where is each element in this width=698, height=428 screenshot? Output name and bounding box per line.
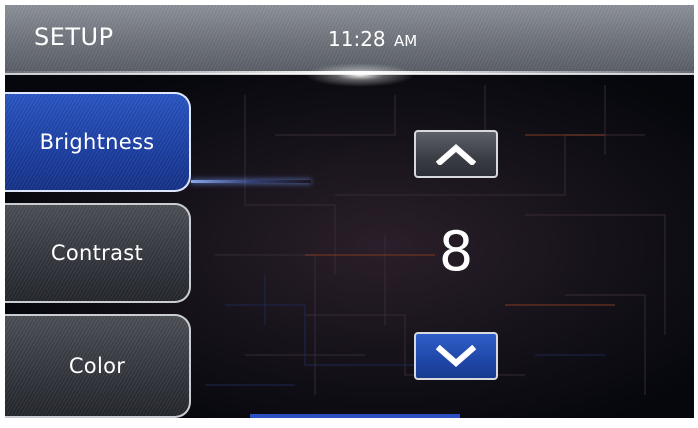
chevron-down-icon xyxy=(436,345,476,367)
brightness-button[interactable]: Brightness xyxy=(5,92,191,192)
chevron-up-icon xyxy=(436,144,476,165)
page-title: SETUP xyxy=(34,23,114,51)
clock: 11:28 AM xyxy=(328,27,417,51)
brightness-label: Brightness xyxy=(39,130,155,154)
increase-button[interactable] xyxy=(414,130,498,178)
bottom-accent-bar xyxy=(250,414,460,418)
screen: SETUP 11:28 AM Brightness Contrast Color… xyxy=(5,5,694,418)
contrast-label: Contrast xyxy=(50,241,144,265)
clock-time: 11:28 xyxy=(328,27,386,51)
light-flare xyxy=(305,63,415,87)
color-label: Color xyxy=(68,354,126,378)
decrease-button[interactable] xyxy=(414,332,498,380)
setting-value: 8 xyxy=(438,220,474,283)
clock-ampm: AM xyxy=(394,32,418,50)
contrast-button[interactable]: Contrast xyxy=(5,203,191,303)
active-glow-line xyxy=(191,180,311,183)
color-button[interactable]: Color xyxy=(5,314,191,418)
